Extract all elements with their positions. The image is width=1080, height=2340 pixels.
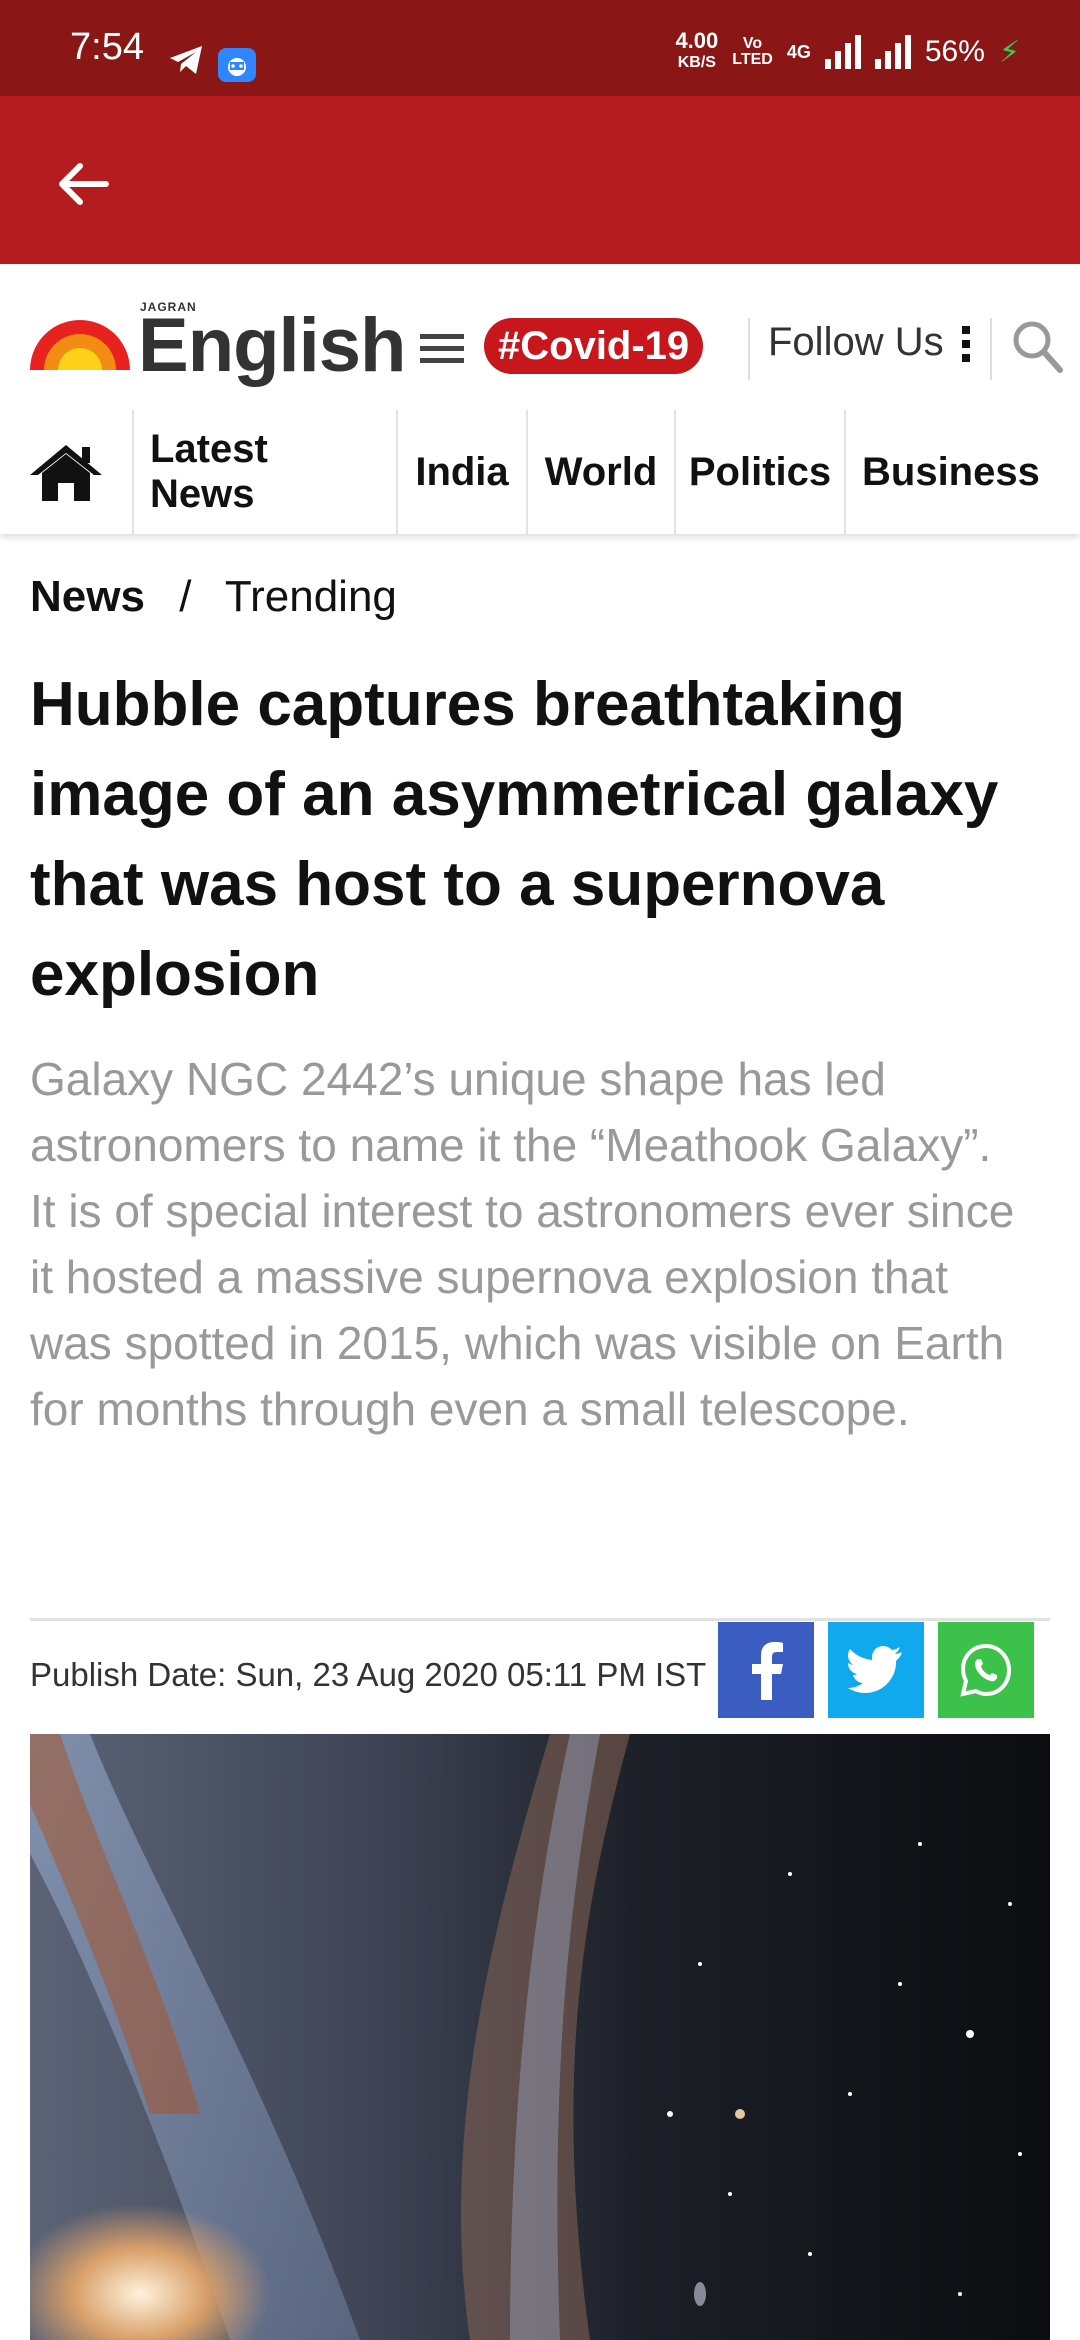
breadcrumb-trending-link[interactable]: Trending (225, 572, 397, 621)
share-twitter-button[interactable] (828, 1622, 924, 1718)
telegram-icon (170, 46, 202, 74)
twitter-icon (848, 1646, 902, 1693)
battery-level: 56% (924, 35, 985, 68)
net-speed: 4.00 KB/S (675, 28, 719, 72)
header-divider (748, 318, 750, 380)
breadcrumb-separator: / (179, 572, 192, 621)
status-bar: 7:54 4.00 KB/S Vo LTED 4G 56% ⚡ (0, 0, 1080, 96)
follow-us-button[interactable]: Follow Us (768, 320, 944, 365)
nav-home[interactable] (0, 410, 134, 534)
more-vertical-icon[interactable] (962, 326, 970, 362)
category-nav: Latest News India World Politics Busines… (0, 410, 1080, 534)
breadcrumb-news-link[interactable]: News (30, 572, 145, 621)
app-bar (0, 96, 1080, 264)
charging-icon: ⚡ (998, 35, 1020, 69)
nav-business[interactable]: Business (846, 410, 1056, 534)
share-whatsapp-button[interactable] (938, 1622, 1034, 1718)
site-logo[interactable]: JAGRAN English (28, 294, 406, 388)
logo-main-text: English (138, 303, 406, 388)
article-hero-image[interactable] (30, 1734, 1050, 2340)
nav-india[interactable]: India (398, 410, 528, 534)
header-divider (990, 318, 992, 380)
breadcrumb: News / Trending (30, 572, 397, 622)
whatsapp-icon (960, 1643, 1012, 1697)
article-headline: Hubble captures breathtaking image of an… (30, 670, 999, 1009)
volte-indicator: Vo LTED (732, 35, 773, 68)
divider (30, 1618, 1050, 1621)
signal-icon (824, 35, 861, 69)
home-icon (30, 445, 102, 501)
galaxy-image (30, 1734, 1050, 2340)
menu-icon[interactable] (420, 332, 464, 366)
facebook-icon (752, 1642, 783, 1700)
nav-latest-news[interactable]: Latest News (134, 410, 398, 534)
covid-tag-button[interactable]: #Covid-19 (484, 318, 704, 374)
publish-date: Publish Date: Sun, 23 Aug 2020 05:11 PM … (30, 1656, 707, 1693)
article-summary: Galaxy NGC 2442’s unique shape has led a… (30, 1053, 1015, 1435)
signal-icon-2 (874, 35, 911, 69)
back-button[interactable] (48, 148, 120, 220)
sun-logo-icon (30, 320, 130, 370)
status-time: 7:54 (70, 26, 144, 68)
share-facebook-button[interactable] (718, 1622, 814, 1718)
nav-politics[interactable]: Politics (676, 410, 846, 534)
arrow-left-icon (59, 163, 109, 205)
nav-world[interactable]: World (528, 410, 676, 534)
status-indicators: 4.00 KB/S Vo LTED 4G 56% ⚡ (675, 30, 1020, 74)
app-notification-icon (218, 48, 256, 82)
network-type: 4G (786, 41, 811, 62)
search-icon[interactable] (1010, 318, 1064, 374)
